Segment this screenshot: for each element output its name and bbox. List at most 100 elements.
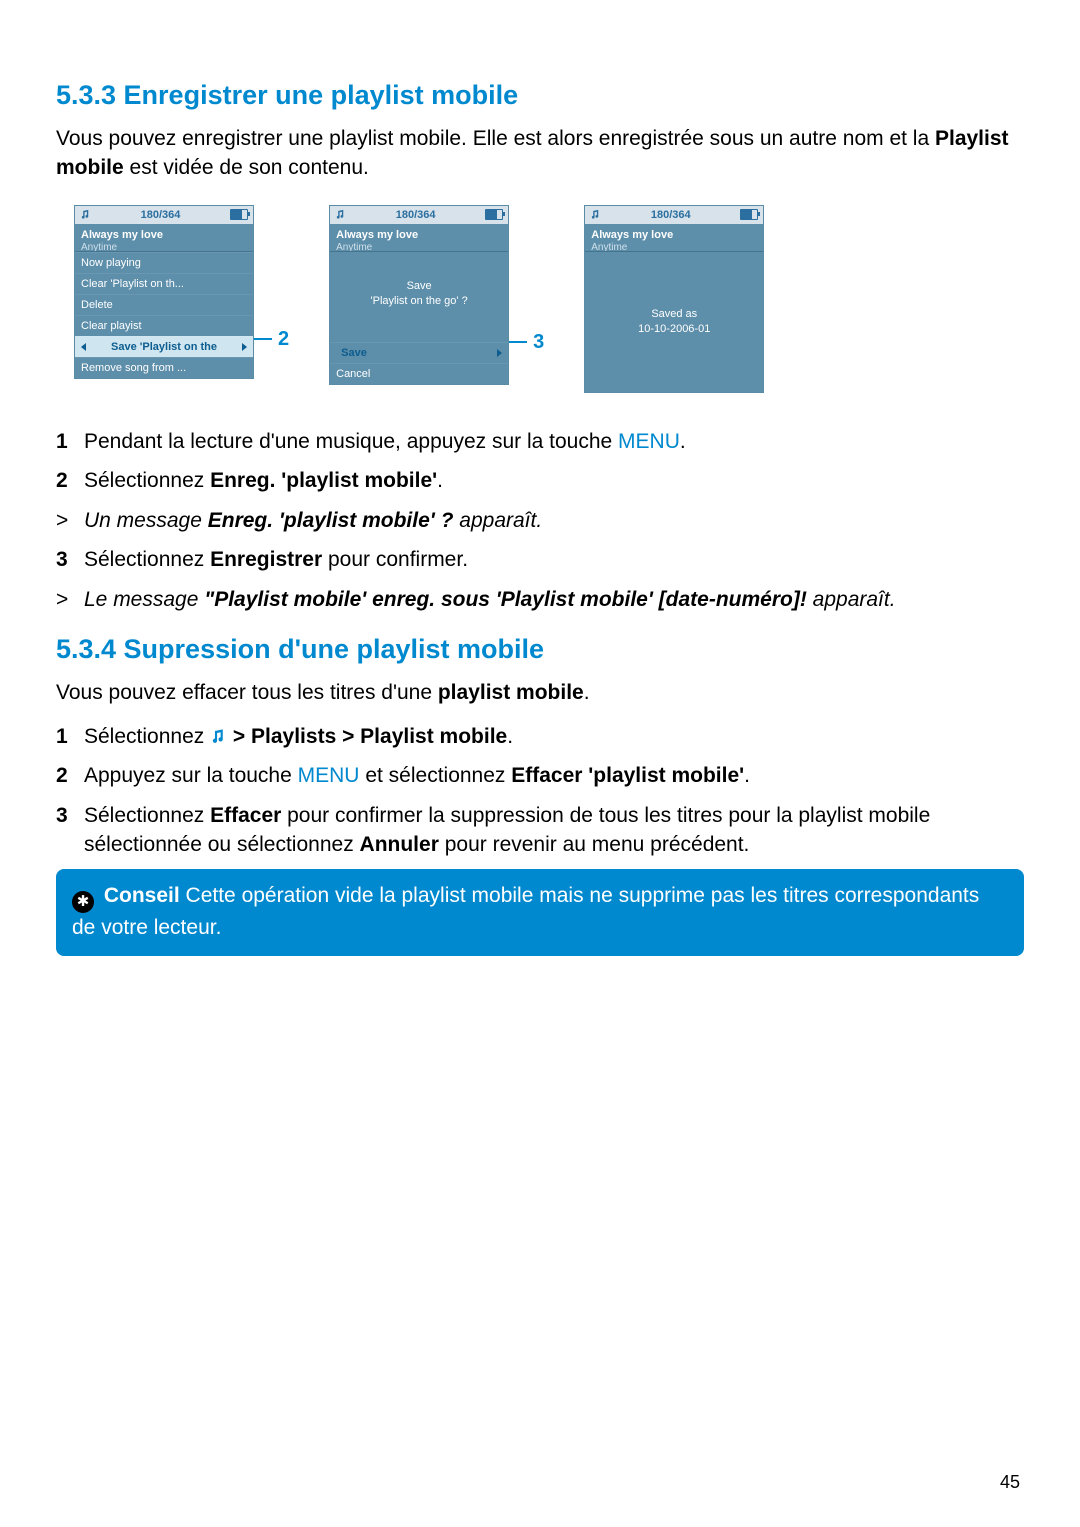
step2-bold: Enreg. 'playlist mobile' — [210, 469, 437, 492]
r1-pre: Un message — [84, 509, 208, 532]
s3-pre: Sélectionnez — [84, 804, 210, 827]
callout-3: 3 — [509, 331, 544, 354]
s2-bold: Effacer 'playlist mobile' — [511, 764, 744, 787]
action-save-label: Save — [341, 347, 497, 359]
battery-icon — [740, 209, 758, 220]
tip-box: ✱ Conseil Cette opération vide la playli… — [56, 869, 1024, 956]
intro-533-pre: Vous pouvez enregistrer une playlist mob… — [56, 127, 935, 150]
step-num: 3 — [56, 801, 84, 860]
battery-icon — [485, 209, 503, 220]
chevron-left-icon — [81, 343, 86, 351]
step-533-2: 2 Sélectionnez Enreg. 'playlist mobile'. — [56, 466, 1024, 495]
track-subtitle: Anytime — [585, 242, 763, 252]
s1-pre: Sélectionnez — [84, 725, 210, 748]
step-533-3: 3 Sélectionnez Enregistrer pour confirme… — [56, 545, 1024, 574]
callout-num-3: 3 — [533, 331, 544, 354]
screen-header: 180/364 — [330, 206, 508, 224]
callout-line — [509, 341, 527, 343]
intro-534-pre: Vous pouvez effacer tous les titres d'un… — [56, 681, 438, 704]
action-save-highlight: Save — [330, 342, 508, 363]
step-num: 3 — [56, 545, 84, 574]
s1-bold: > Playlists > Playlist mobile — [227, 725, 507, 748]
result-marker: > — [56, 506, 84, 535]
step-534-3: 3 Sélectionnez Effacer pour confirmer la… — [56, 801, 1024, 860]
r2-pre: Le message — [84, 588, 204, 611]
tip-text: Cette opération vide la playlist mobile … — [72, 884, 979, 939]
step-num: 2 — [56, 761, 84, 790]
menu-list: Now playing Clear 'Playlist on th... Del… — [75, 252, 253, 378]
track-counter: 180/364 — [396, 209, 436, 221]
menu-key: MENU — [298, 764, 360, 787]
track-title: Always my love — [330, 224, 508, 242]
result-533-2: > Le message "Playlist mobile' enreg. so… — [56, 585, 1024, 614]
intro-534-post: . — [584, 681, 590, 704]
menu-item-remove-song: Remove song from ... — [75, 357, 253, 378]
r2-bold: "Playlist mobile' enreg. sous 'Playlist … — [204, 588, 807, 611]
saved-message: Saved as 10-10-2006-01 — [585, 252, 763, 392]
confirm-message: Save 'Playlist on the go' ? — [330, 252, 508, 336]
confirm-actions: Save Cancel — [330, 342, 508, 384]
section-heading-533: 5.3.3 Enregistrer une playlist mobile — [56, 80, 1024, 111]
confirm-line1: Save — [334, 279, 504, 294]
step-num: 1 — [56, 722, 84, 751]
screen-header: 180/364 — [585, 206, 763, 224]
menu-item-save-label: Save 'Playlist on the — [111, 341, 217, 353]
step-534-2: 2 Appuyez sur la touche MENU et sélectio… — [56, 761, 1024, 790]
step2-post: . — [437, 469, 443, 492]
battery-icon — [230, 209, 248, 220]
music-icon — [590, 209, 601, 220]
intro-534: Vous pouvez effacer tous les titres d'un… — [56, 679, 1024, 708]
intro-534-bold: playlist mobile — [438, 681, 584, 704]
step-num: 2 — [56, 466, 84, 495]
music-icon — [80, 209, 91, 220]
track-title: Always my love — [585, 224, 763, 242]
page-number: 45 — [1000, 1472, 1020, 1493]
s2-pre: Appuyez sur la touche — [84, 764, 298, 787]
device-screen-3: 180/364 Always my love Anytime Saved as … — [584, 205, 764, 393]
device-screens-row: 180/364 Always my love Anytime Now playi… — [74, 205, 1024, 393]
r1-bold: Enreg. 'playlist mobile' ? — [208, 509, 454, 532]
s3-bold2: Annuler — [360, 833, 439, 856]
step3-pre: Sélectionnez — [84, 548, 210, 571]
s2-mid: et sélectionnez — [359, 764, 511, 787]
music-icon — [335, 209, 346, 220]
tip-label: Conseil — [104, 884, 180, 907]
s1-post: . — [507, 725, 513, 748]
result-533-1: > Un message Enreg. 'playlist mobile' ? … — [56, 506, 1024, 535]
track-title: Always my love — [75, 224, 253, 242]
menu-item-delete: Delete — [75, 294, 253, 315]
track-subtitle: Anytime — [330, 242, 508, 252]
step2-pre: Sélectionnez — [84, 469, 210, 492]
r2-post: apparaît. — [807, 588, 896, 611]
screen-3-wrap: 180/364 Always my love Anytime Saved as … — [584, 205, 764, 393]
result-marker: > — [56, 585, 84, 614]
r1-post: apparaît. — [453, 509, 542, 532]
menu-item-clear-playlist-on: Clear 'Playlist on th... — [75, 273, 253, 294]
menu-item-save-playlist-highlight: Save 'Playlist on the — [75, 336, 253, 357]
s2-post: . — [744, 764, 750, 787]
device-screen-2: 180/364 Always my love Anytime Save 'Pla… — [329, 205, 509, 385]
callout-2: 2 — [254, 328, 289, 351]
step1-post: . — [680, 430, 686, 453]
track-counter: 180/364 — [141, 209, 181, 221]
intro-533-post: est vidée de son contenu. — [124, 156, 369, 179]
tip-icon: ✱ — [72, 891, 94, 913]
action-cancel: Cancel — [330, 363, 508, 384]
music-icon — [210, 724, 227, 741]
intro-533: Vous pouvez enregistrer une playlist mob… — [56, 125, 1024, 183]
device-screen-1: 180/364 Always my love Anytime Now playi… — [74, 205, 254, 379]
confirm-line2: 'Playlist on the go' ? — [334, 294, 504, 309]
callout-line — [254, 338, 272, 340]
step-534-1: 1 Sélectionnez > Playlists > Playlist mo… — [56, 722, 1024, 751]
step-533-1: 1 Pendant la lecture d'une musique, appu… — [56, 427, 1024, 456]
track-subtitle: Anytime — [75, 242, 253, 252]
step-num: 1 — [56, 427, 84, 456]
s3-mid2: pour revenir au menu précédent. — [439, 833, 750, 856]
menu-item-now-playing: Now playing — [75, 252, 253, 273]
track-counter: 180/364 — [651, 209, 691, 221]
step1-pre: Pendant la lecture d'une musique, appuye… — [84, 430, 618, 453]
step3-bold: Enregistrer — [210, 548, 322, 571]
menu-key: MENU — [618, 430, 680, 453]
saved-line2: 10-10-2006-01 — [589, 322, 759, 337]
saved-line1: Saved as — [589, 307, 759, 322]
